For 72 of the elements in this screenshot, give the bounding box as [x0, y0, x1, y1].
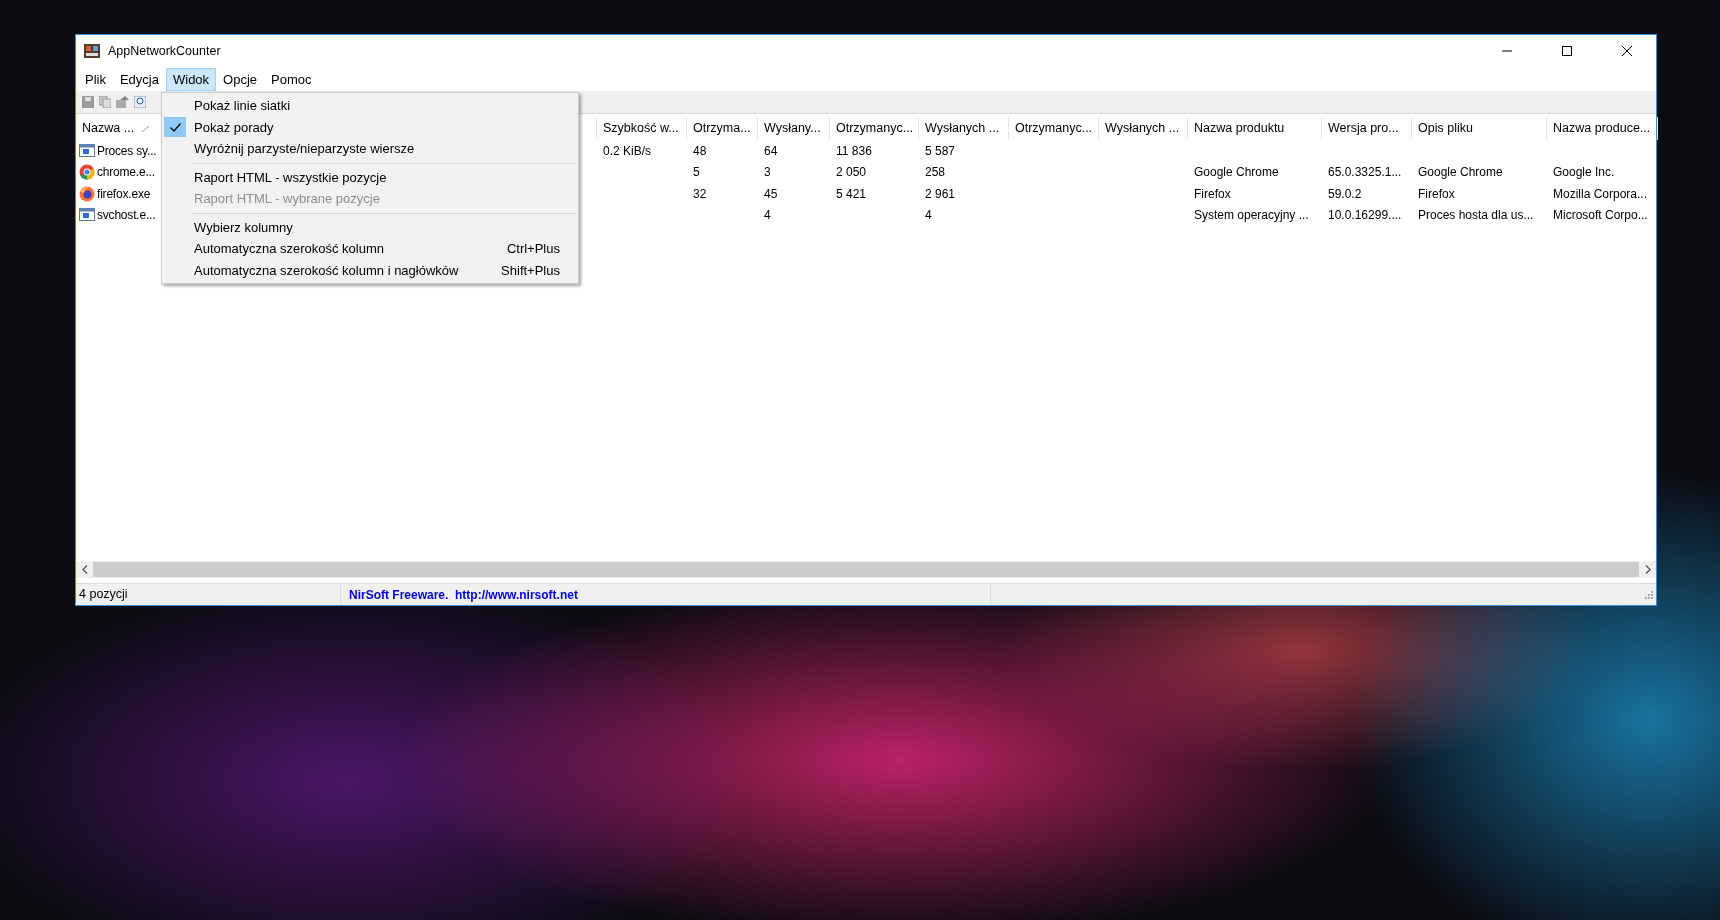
- table-cell-text: 11 836: [835, 142, 873, 160]
- tick-drawing: [169, 122, 181, 132]
- window-icon: [79, 142, 95, 159]
- table-cell-text: 32: [692, 185, 708, 203]
- column-header-label: Nazwa ...: [82, 120, 135, 138]
- table-cell-text: Firefox: [1417, 185, 1456, 203]
- save-icon[interactable]: [82, 96, 94, 108]
- column-header[interactable]: Szybkość w...: [597, 117, 687, 140]
- table-cell-text: 4: [763, 207, 772, 225]
- table-cell-text: 10.0.16299....: [1327, 207, 1403, 225]
- table-cell-text: 3: [763, 164, 772, 182]
- table-cell-text: 258: [924, 164, 947, 182]
- table-cell-text: 2 961: [924, 185, 957, 203]
- menu-item[interactable]: Widok: [166, 67, 217, 91]
- table-cell-text: Google Inc.: [1552, 164, 1616, 182]
- table-cell-text: 0.2 KiB/s: [602, 142, 653, 160]
- close-icon: [1622, 46, 1632, 56]
- table-cell-text: 48: [692, 142, 708, 160]
- round-logo-icon: [79, 185, 95, 202]
- column-header[interactable]: Otrzymanyc...: [1009, 117, 1099, 140]
- window-icon: [79, 207, 95, 224]
- app-icon: [84, 43, 100, 59]
- column-header[interactable]: Wysłanych ...: [1099, 117, 1188, 140]
- maximize-icon: [1562, 46, 1572, 56]
- table-cell-text: 64: [763, 142, 779, 160]
- table-cell-text: Google Chrome: [1193, 164, 1280, 182]
- window-title: AppNetworkCounter: [108, 42, 221, 60]
- menu-entry[interactable]: Automatyczna szerokość kolumn i nagłówków Shift+Plus: [162, 259, 578, 281]
- column-header[interactable]: Wersja pro...: [1322, 117, 1412, 140]
- table-cell-text: Mozilla Corpora...: [1552, 185, 1649, 203]
- column-header[interactable]: Otrzymanyc...: [830, 117, 919, 140]
- menu-item[interactable]: Opcje: [216, 67, 265, 91]
- menu-item[interactable]: Pomoc: [264, 67, 319, 91]
- table-cell-text: Microsoft Corpo...: [1552, 207, 1649, 225]
- table-cell-text: Google Chrome: [1417, 164, 1504, 182]
- menu-entry[interactable]: Automatyczna szerokość kolumn Ctrl+Plus: [162, 238, 578, 260]
- process-name: Proces sy...: [97, 142, 157, 160]
- table-cell-text: Proces hosta dla us...: [1417, 207, 1535, 225]
- scroll-left-icon[interactable]: [81, 565, 88, 574]
- credit-link[interactable]: NirSoft Freeware. http://www.nirsoft.net: [349, 585, 578, 604]
- table-cell-text: System operacyjny ...: [1193, 207, 1310, 225]
- menu-item[interactable]: Plik: [78, 67, 113, 91]
- column-header[interactable]: Wysłany...: [758, 117, 830, 140]
- scroll-right-icon[interactable]: [1644, 565, 1651, 574]
- menu-entry[interactable]: Wyróżnij parzyste/nieparzyste wiersze: [162, 138, 578, 160]
- round-logo-icon: [79, 164, 95, 181]
- process-name: svchost.e...: [97, 207, 156, 225]
- column-header[interactable]: Otrzyma...: [687, 117, 758, 140]
- table-cell-text: 5: [692, 164, 701, 182]
- table-cell-text: 5 587: [924, 142, 957, 160]
- table-cell-text: Firefox: [1193, 185, 1232, 203]
- table-cell-text: 59.0.2: [1327, 185, 1363, 203]
- menu-entry[interactable]: Pokaż linie siatki: [162, 95, 578, 117]
- horizontal-scrollbar[interactable]: [76, 561, 1656, 578]
- column-header[interactable]: Nazwa produce...: [1547, 117, 1658, 140]
- resize-grip-icon[interactable]: [1645, 590, 1653, 599]
- process-name: firefox.exe: [97, 185, 151, 203]
- table-cell-text: 5 421: [835, 185, 868, 203]
- table-cell-text: 65.0.3325.1...: [1327, 164, 1403, 182]
- table-cell-text: 4: [924, 207, 933, 225]
- table-cell-text: 2 050: [835, 164, 868, 182]
- column-header[interactable]: Nazwa produktu: [1188, 117, 1322, 140]
- search-icon[interactable]: [134, 96, 146, 108]
- table-cell-text: 45: [763, 185, 779, 203]
- menu-entry[interactable]: Raport HTML - wszystkie pozycje: [162, 166, 578, 188]
- column-header[interactable]: Opis pliku: [1412, 117, 1547, 140]
- item-count: 4 pozycji: [79, 586, 128, 604]
- column-header[interactable]: Wysłanych ...: [919, 117, 1009, 140]
- menu-entry[interactable]: Wybierz kolumny: [162, 216, 578, 238]
- process-name: chrome.e...: [97, 164, 155, 182]
- menu-item[interactable]: Edycja: [112, 67, 166, 91]
- copy-icon[interactable]: [99, 96, 111, 108]
